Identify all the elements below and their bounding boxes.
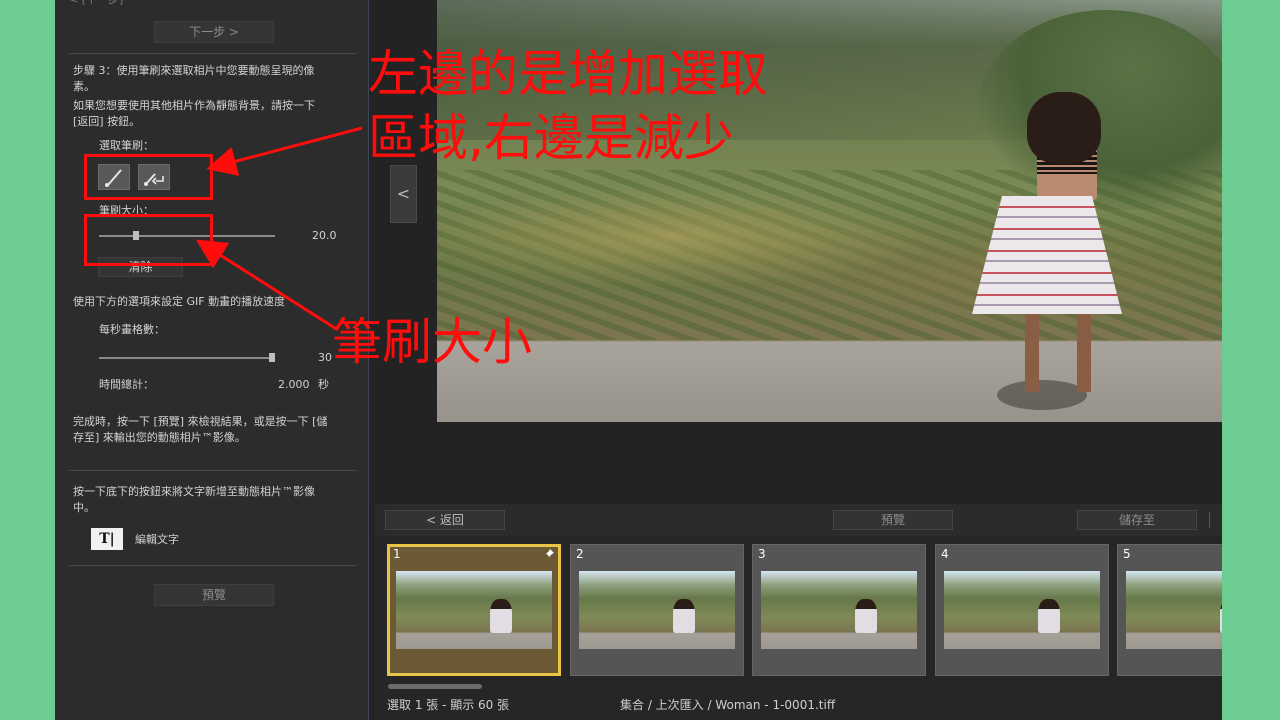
arrow-to-brush-size [195,239,339,332]
annotation-text-brush-size: 筆刷大小 [332,313,532,371]
arrow-to-brushes [206,126,363,176]
annotation-text-line1: 左邊的是增加選取 [368,45,768,103]
annotation-text-line2: 區域,右邊是減少 [368,109,734,167]
